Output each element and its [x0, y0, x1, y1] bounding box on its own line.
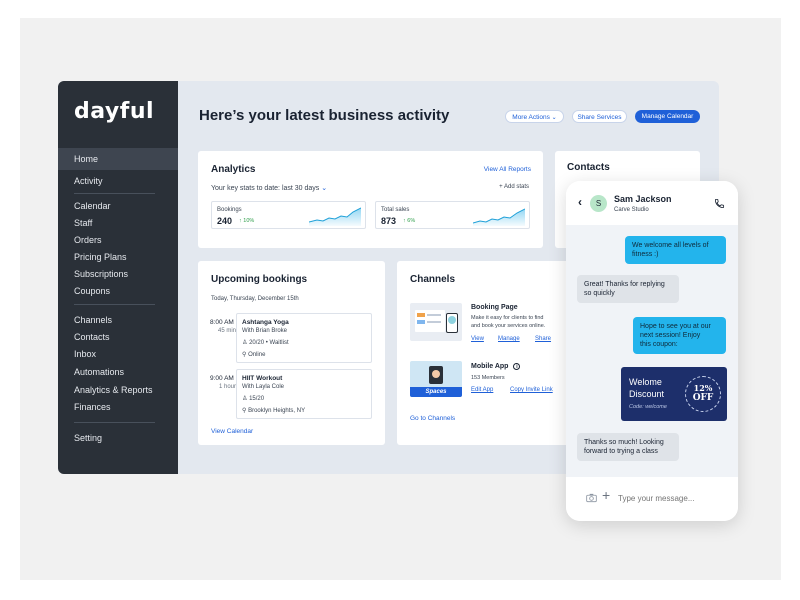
message-incoming: Great! Thanks for replying so quickly	[577, 275, 679, 303]
chat-phone: ‹ S Sam Jackson Carve Studio We welcome …	[566, 181, 738, 521]
info-icon[interactable]: i	[513, 363, 521, 370]
channels-title: Channels	[410, 274, 456, 285]
booking-time: 8:00 AM	[210, 319, 234, 326]
booking-time: 9:00 AM	[210, 375, 234, 382]
sidebar-item-activity[interactable]: Activity	[58, 170, 178, 192]
add-stats-button[interactable]: + Add stats	[499, 184, 529, 190]
message-input[interactable]	[618, 491, 726, 505]
stat-label: Bookings	[217, 207, 242, 213]
analytics-title: Analytics	[211, 164, 256, 175]
booking-page-thumbnail	[410, 303, 462, 341]
mobile-app-members: 153 Members	[471, 375, 505, 381]
booking-page-description-2: and book your services online.	[471, 323, 546, 329]
people-icon: ♙	[242, 396, 248, 402]
avatar: S	[590, 195, 607, 212]
booking-name: HIIT Workout	[242, 375, 283, 382]
share-services-button[interactable]: Share Services	[572, 110, 627, 123]
bookings-date: Today, Thursday, December 15th	[211, 296, 299, 302]
people-icon: ♙	[242, 340, 248, 346]
booking-page-share-link[interactable]: Share	[535, 336, 551, 342]
stat-value: 240	[217, 216, 233, 226]
edit-app-link[interactable]: Edit App	[471, 387, 493, 393]
sidebar-item-setting[interactable]: Setting	[58, 427, 178, 449]
sidebar-divider	[74, 304, 155, 305]
stat-bookings[interactable]: Bookings 240 ↑ 10%	[211, 201, 366, 229]
booking-host: With Layla Cole	[242, 384, 285, 390]
booking-location: ⚲ Online	[242, 352, 266, 358]
mobile-app-title: Mobile App i	[471, 363, 521, 370]
booking-page-view-link[interactable]: View	[471, 336, 484, 342]
stats-period-label: Your key stats to date: last 30 days	[211, 185, 320, 192]
booking-host: With Brian Broke	[242, 328, 288, 334]
booking-item[interactable]: HIIT Workout With Layla Cole ♙ 15/20 ⚲ B…	[236, 369, 372, 419]
sidebar-divider	[74, 193, 155, 194]
coupon-off: OFF	[692, 393, 714, 403]
spaces-label: Spaces	[410, 387, 462, 397]
chat-thread: We welcome all levels of fitness :) Great…	[566, 225, 738, 477]
booking-name: Ashtanga Yoga	[242, 319, 289, 326]
location-pin-icon: ⚲	[242, 408, 247, 414]
booking-capacity: ♙ 20/20 • Waitlist	[242, 340, 289, 346]
view-all-reports-link[interactable]: View All Reports	[484, 166, 531, 173]
stat-delta: ↑ 10%	[239, 218, 255, 224]
contacts-title: Contacts	[567, 162, 610, 173]
stats-period-dropdown[interactable]: Your key stats to date: last 30 days ⌄	[211, 184, 327, 192]
message-incoming: Thanks so much! Looking forward to trying…	[577, 433, 679, 461]
camera-icon[interactable]	[586, 493, 597, 503]
coupon-code: Code: welcome	[629, 404, 667, 410]
sidebar: dayful Home Activity Calendar Staff Orde…	[58, 81, 178, 474]
back-arrow-icon[interactable]: ‹	[578, 195, 582, 209]
stat-total-sales[interactable]: Total sales 873 ↑ 6%	[375, 201, 530, 229]
upcoming-bookings-title: Upcoming bookings	[211, 274, 308, 285]
sparkline-total-sales	[473, 208, 525, 226]
page-title: Here’s your latest business activity	[199, 107, 450, 124]
mobile-app-thumbnail: Spaces	[410, 361, 462, 397]
app-logo: dayful	[74, 99, 155, 124]
contact-name: Sam Jackson	[614, 194, 672, 204]
message-outgoing: We welcome all levels of fitness :)	[625, 236, 726, 264]
stat-value: 873	[381, 216, 397, 226]
booking-item[interactable]: Ashtanga Yoga With Brian Broke ♙ 20/20 •…	[236, 313, 372, 363]
chat-input-bar: +	[566, 477, 738, 521]
booking-page-description-1: Make it easy for clients to find	[471, 315, 544, 321]
message-outgoing: Hope to see you at our next session! Enjo…	[633, 317, 726, 354]
sparkline-bookings	[309, 207, 361, 226]
copy-invite-link[interactable]: Copy Invite Link	[510, 387, 553, 393]
phone-call-icon[interactable]	[714, 198, 725, 209]
booking-duration: 1 hour	[218, 384, 236, 390]
sidebar-item-home[interactable]: Home	[58, 148, 178, 170]
more-actions-label: More Actions	[512, 114, 550, 121]
booking-location: ⚲ Brooklyn Heights, NY	[242, 408, 306, 414]
coupon-title-2: Discount	[629, 389, 665, 399]
analytics-card: Analytics View All Reports Your key stat…	[198, 151, 543, 248]
contact-studio: Carve Studio	[614, 207, 649, 213]
chat-header: ‹ S Sam Jackson Carve Studio	[566, 181, 738, 225]
more-actions-button[interactable]: More Actions ⌄	[505, 110, 564, 123]
sidebar-divider	[74, 422, 155, 423]
go-to-channels-link[interactable]: Go to Channels	[410, 415, 455, 422]
coupon-card[interactable]: Welome Discount Code: welcome 12% OFF	[621, 367, 727, 421]
coupon-badge: 12% OFF	[685, 376, 721, 412]
sidebar-item-finances[interactable]: Finances	[58, 396, 178, 418]
booking-page-manage-link[interactable]: Manage	[498, 336, 520, 342]
chevron-down-icon: ⌄	[551, 115, 557, 121]
coupon-percent: 12%	[693, 383, 713, 393]
booking-capacity: ♙ 15/20	[242, 396, 265, 402]
coupon-title-1: Welome	[629, 377, 662, 387]
add-attachment-icon[interactable]: +	[602, 487, 610, 503]
stat-delta: ↑ 6%	[403, 218, 416, 224]
sidebar-item-coupons[interactable]: Coupons	[58, 280, 178, 302]
upcoming-bookings-card: Upcoming bookings Today, Thursday, Decem…	[198, 261, 385, 445]
booking-duration: 45 min	[217, 328, 236, 334]
stat-label: Total sales	[381, 207, 410, 213]
booking-page-title: Booking Page	[471, 304, 518, 311]
manage-calendar-button[interactable]: Manage Calendar	[635, 110, 700, 123]
chevron-down-icon: ⌄	[321, 185, 328, 192]
view-calendar-link[interactable]: View Calendar	[211, 428, 253, 435]
location-pin-icon: ⚲	[242, 352, 247, 358]
